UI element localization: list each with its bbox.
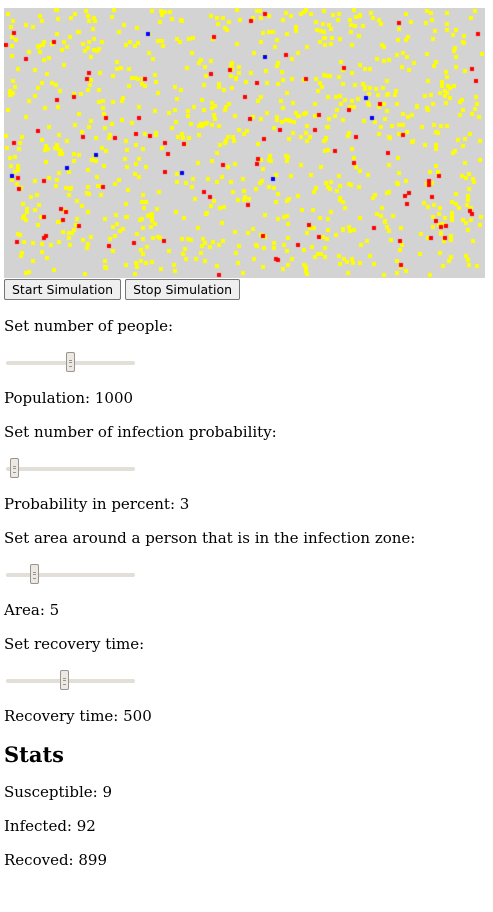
area-value: Area: 5: [4, 601, 60, 619]
stats-recovered: Recoved: 899: [4, 851, 108, 869]
population-value: Population: 1000: [4, 389, 134, 407]
population-slider-thumb[interactable]: [66, 352, 75, 372]
stop-simulation-button[interactable]: Stop Simulation: [125, 279, 241, 300]
simulation-controls: Start Simulation Stop Simulation: [4, 279, 493, 300]
area-slider-track: [6, 573, 135, 577]
simulation-canvas: [4, 8, 485, 278]
population-slider[interactable]: [6, 352, 135, 374]
area-slider[interactable]: [6, 564, 135, 586]
stats-susceptible: Susceptible: 9: [4, 783, 112, 801]
recovery-value: Recovery time: 500: [4, 707, 152, 725]
probability-slider-thumb[interactable]: [10, 458, 19, 478]
probability-value: Probability in percent: 3: [4, 495, 190, 513]
probability-prompt: Set number of infection probability:: [4, 423, 277, 441]
stats-infected: Infected: 92: [4, 817, 96, 835]
recovery-slider-track: [6, 679, 135, 683]
recovery-slider[interactable]: [6, 670, 135, 692]
area-prompt: Set area around a person that is in the …: [4, 529, 416, 547]
probability-slider-track: [6, 467, 135, 471]
recovery-prompt: Set recovery time:: [4, 635, 145, 653]
start-simulation-button[interactable]: Start Simulation: [4, 279, 122, 300]
probability-slider[interactable]: [6, 458, 135, 480]
population-prompt: Set number of people:: [4, 317, 174, 335]
area-slider-thumb[interactable]: [30, 564, 39, 584]
stats-heading: Stats: [4, 742, 64, 767]
recovery-slider-thumb[interactable]: [60, 670, 69, 690]
